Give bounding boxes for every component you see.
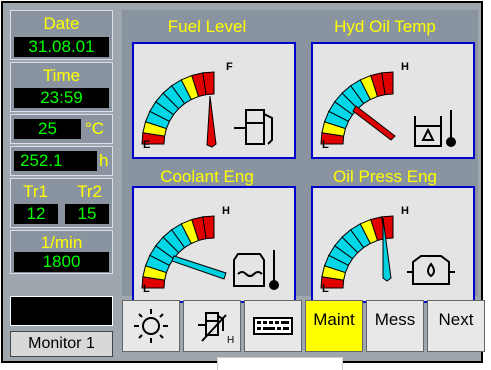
hyd-high-label: H	[401, 61, 409, 73]
rpm-label: 1/min	[40, 233, 83, 252]
time-label: Time	[42, 66, 81, 85]
coolant-needle	[171, 255, 227, 280]
next-label: Next	[438, 310, 474, 329]
ambient-temp-box: 25 °C	[10, 114, 113, 144]
operating-hours-box: 252.1 h	[10, 146, 113, 176]
tr2-label: Tr2	[77, 182, 102, 201]
fuel-level-title: Fuel Level	[167, 17, 247, 36]
message-display	[10, 296, 113, 326]
coolant-eng-title: Coolant Eng	[160, 167, 254, 186]
date-value: 31.08.01	[14, 37, 109, 57]
maint-label: Maint	[313, 310, 355, 329]
oil-pressure-icon	[407, 255, 455, 285]
coolant-temp-icon	[233, 250, 279, 290]
oil-press-low-label: L	[322, 283, 329, 295]
coolant-low-label: L	[143, 283, 150, 295]
svg-text:H: H	[227, 335, 234, 346]
monitor-screen: Date 31.08.01 Time 23:59 25 °C 252.1 h T…	[0, 0, 485, 363]
time-value: 23:59	[14, 88, 109, 108]
coolant-eng-dial: H L	[141, 205, 279, 295]
hyd-oil-temp-gauge: H L	[311, 42, 475, 159]
fuel-level-gauge: F E	[132, 42, 296, 159]
coolant-high-label: H	[222, 205, 230, 217]
rpm-box: 1/min 1800	[10, 230, 113, 274]
trip-counters-box: Tr1 Tr2 12 15	[10, 178, 113, 228]
oil-press-high-label: H	[401, 205, 409, 217]
fuel-level-dial: F E	[141, 61, 273, 151]
tr1-label: Tr1	[23, 182, 48, 201]
operating-hours-value: 252.1	[14, 151, 97, 171]
ambient-temp-value: 25	[14, 119, 81, 139]
mess-label: Mess	[374, 310, 416, 329]
hydraulic-oil-temp-icon	[414, 110, 456, 147]
mess-button[interactable]: Mess	[366, 300, 424, 352]
fuel-low-label: E	[143, 139, 150, 151]
keyboard-button[interactable]	[244, 300, 302, 352]
fuel-hours-icon: H	[198, 312, 234, 346]
oil-press-eng-dial: H L	[320, 205, 455, 295]
tr1-value: 12	[14, 204, 58, 224]
hours-unit: h	[99, 151, 109, 170]
gauge-panel: Fuel Level Hyd Oil Temp Coolant Eng Oil …	[122, 10, 478, 303]
cursor-overlay	[217, 357, 343, 370]
oil-press-eng-title: Oil Press Eng	[333, 167, 437, 186]
hyd-oil-temp-dial: H L	[320, 61, 456, 151]
hyd-needle	[352, 105, 396, 141]
brightness-icon	[134, 309, 168, 343]
oil-press-eng-gauge: H L	[311, 186, 475, 303]
time-box: Time 23:59	[10, 62, 113, 112]
maint-button[interactable]: Maint	[305, 300, 363, 352]
keyboard-icon	[253, 317, 293, 335]
temp-unit: °C	[85, 119, 105, 138]
fuel-needle	[206, 95, 217, 148]
fuel-hours-button[interactable]: H	[183, 300, 241, 352]
monitor-1-label: Monitor 1	[10, 331, 113, 357]
hyd-low-label: L	[322, 139, 329, 151]
rpm-value: 1800	[14, 252, 109, 272]
date-label: Date	[43, 14, 80, 33]
next-button[interactable]: Next	[427, 300, 485, 352]
coolant-eng-gauge: H L	[132, 186, 296, 303]
fuel-high-label: F	[226, 61, 233, 73]
fuel-pump-icon	[234, 109, 273, 145]
hyd-oil-temp-title: Hyd Oil Temp	[334, 17, 436, 36]
date-box: Date 31.08.01	[10, 10, 113, 60]
tr2-value: 15	[65, 204, 109, 224]
brightness-button[interactable]	[122, 300, 180, 352]
